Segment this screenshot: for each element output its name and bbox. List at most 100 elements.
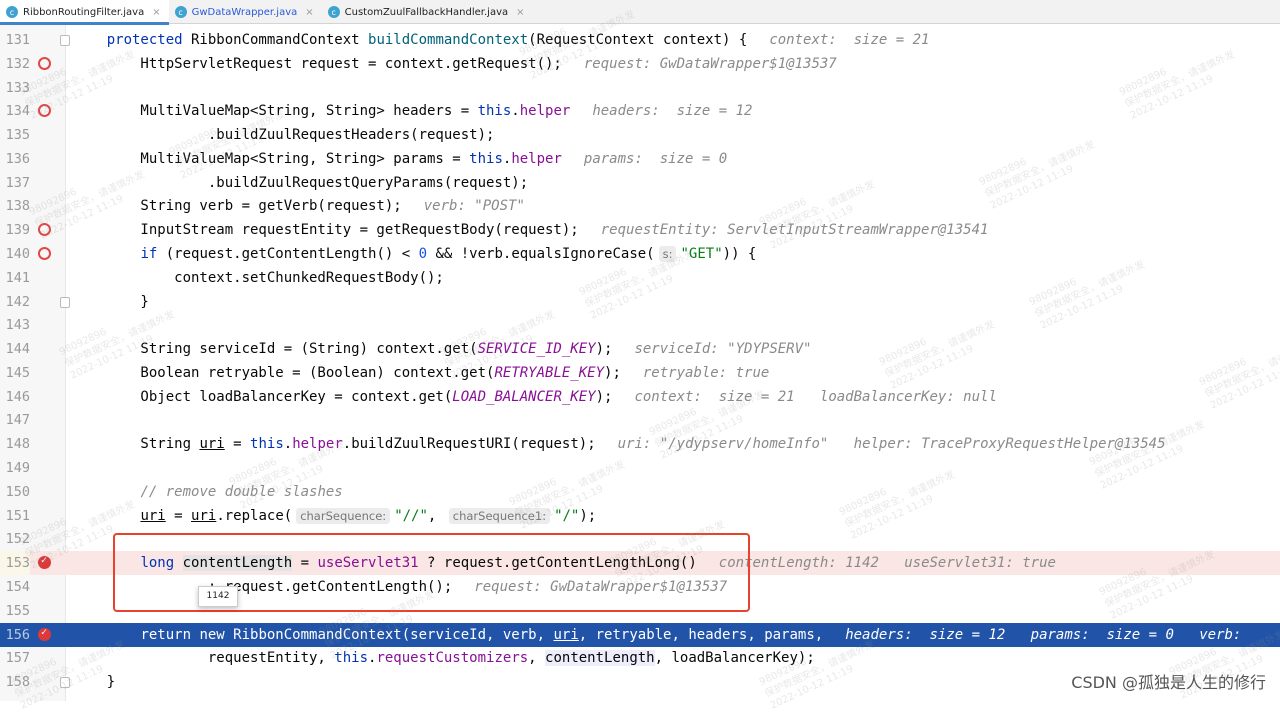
- line-number: 157: [5, 650, 30, 667]
- java-class-icon: c: [6, 6, 18, 18]
- breakpoint-icon[interactable]: [38, 104, 51, 118]
- number-literal: 0: [418, 246, 428, 263]
- line-number: 151: [5, 507, 30, 524]
- variable-ref: uri: [140, 507, 166, 524]
- debug-inline-value: headers: size = 12: [592, 103, 753, 120]
- close-icon[interactable]: ×: [516, 7, 524, 18]
- keyword: if: [140, 246, 158, 263]
- tab-label: RibbonRoutingFilter.java: [23, 6, 145, 18]
- line-number: 147: [5, 412, 30, 429]
- constant-ref: RETRYABLE_KEY: [494, 364, 605, 381]
- tab-customzuulfallbackhandler[interactable]: c CustomZuulFallbackHandler.java ×: [322, 0, 533, 24]
- code-token: ,: [528, 650, 546, 667]
- code-token: requestEntity,: [73, 650, 335, 667]
- comment: // remove double slashes: [140, 483, 343, 500]
- code-text: Object loadBalancerKey = context.get(LOA…: [73, 385, 996, 409]
- java-class-icon: c: [174, 6, 187, 18]
- debug-inline-value: serviceId: "YDYPSERV": [634, 341, 812, 358]
- constant-ref: LOAD_BALANCER_KEY: [452, 388, 596, 405]
- code-token: String: [73, 436, 200, 453]
- editor-tab-bar: c RibbonRoutingFilter.java × c GwDataWrapper…: [0, 0, 1280, 25]
- debug-inline-value: retryable: true: [642, 364, 770, 381]
- code-text: String serviceId = (String) context.get(…: [73, 337, 811, 361]
- code-token: RibbonCommandContext(serviceId, verb,: [224, 626, 554, 643]
- code-line: 139 InputStream requestEntity = getReque…: [0, 218, 1280, 242]
- code-token: String verb = getVerb(request);: [73, 198, 402, 215]
- keyword: this: [334, 650, 369, 667]
- fold-icon[interactable]: [60, 35, 70, 46]
- code-line: 156 return new RibbonCommandContext(serv…: [0, 621, 1280, 647]
- code-line: 135 .buildZuulRequestHeaders(request);: [0, 123, 1280, 147]
- code-token: .buildZuulRequestQueryParams(request);: [73, 174, 529, 191]
- tab-gwdatawrapper[interactable]: c GwDataWrapper.java ×: [169, 0, 322, 24]
- keyword: this: [250, 436, 284, 453]
- code-token: .: [283, 436, 293, 453]
- code-text: requestEntity, this.requestCustomizers, …: [73, 646, 815, 670]
- highlighted-variable: contentLength: [545, 650, 655, 667]
- code-line: 132 HttpServletRequest request = context…: [0, 52, 1280, 76]
- breakpoint-hit-icon[interactable]: [38, 549, 51, 573]
- code-token: );: [579, 507, 597, 524]
- line-number: 144: [5, 341, 30, 358]
- breakpoint-icon[interactable]: [38, 223, 51, 237]
- code-token: );: [595, 388, 613, 405]
- keyword: this: [477, 103, 512, 120]
- code-token: }: [73, 293, 149, 310]
- value-tooltip: 1142: [198, 586, 238, 607]
- code-token: =: [165, 507, 192, 524]
- code-token: String serviceId = (String) context.get(: [73, 341, 478, 358]
- debug-inline-value: headers: size = 12 params: size = 0 verb…: [845, 626, 1250, 643]
- code-text: InputStream requestEntity = getRequestBo…: [73, 218, 988, 242]
- variable-ref: uri: [199, 436, 225, 453]
- variable-ref: uri: [191, 507, 217, 524]
- field-ref: requestCustomizers: [376, 650, 529, 667]
- code-token: }: [73, 674, 116, 691]
- line-number: 154: [5, 578, 30, 595]
- code-token: (RequestContext context) {: [528, 32, 748, 48]
- line-number: 136: [5, 150, 30, 167]
- fold-icon[interactable]: [60, 296, 70, 308]
- code-text: MultiValueMap<String, String> headers = …: [73, 99, 752, 123]
- code-line: 143: [0, 313, 1280, 337]
- string-literal: "/": [554, 507, 580, 524]
- debug-inline-value: params: size = 0: [583, 150, 728, 167]
- breakpoint-hit-icon[interactable]: [38, 621, 51, 645]
- code-line: 144 String serviceId = (String) context.…: [0, 337, 1280, 361]
- line-number: 153: [0, 551, 30, 576]
- java-class-icon: c: [327, 6, 340, 18]
- debug-inline-value: context: size = 21: [769, 32, 930, 48]
- code-token: MultiValueMap<String, String> params =: [73, 150, 470, 167]
- code-line: 136 MultiValueMap<String, String> params…: [0, 147, 1280, 171]
- method-name: buildCommandContext: [368, 32, 529, 48]
- code-text: protected RibbonCommandContext buildComm…: [73, 28, 930, 52]
- tab-ribbonroutingfilter[interactable]: c RibbonRoutingFilter.java ×: [0, 0, 169, 25]
- code-token: , loadBalancerKey);: [654, 650, 815, 667]
- line-number: 141: [5, 269, 30, 286]
- code-line: 145 Boolean retryable = (Boolean) contex…: [0, 361, 1280, 385]
- code-text: return new RibbonCommandContext(serviceI…: [73, 623, 1250, 647]
- csdn-watermark: CSDN @孤独是人生的修行: [1071, 673, 1266, 692]
- close-icon[interactable]: ×: [305, 7, 313, 18]
- field-ref: helper: [292, 436, 343, 453]
- breakpoint-icon[interactable]: [38, 247, 51, 261]
- code-line: 137 .buildZuulRequestQueryParams(request…: [0, 171, 1280, 195]
- breakpoint-icon[interactable]: [38, 56, 51, 70]
- close-icon[interactable]: ×: [152, 7, 160, 18]
- code-line: 147: [0, 408, 1280, 432]
- code-token: =: [224, 436, 251, 453]
- code-token: );: [604, 364, 621, 381]
- line-number: 143: [5, 317, 30, 334]
- code-text: String uri = this.helper.buildZuulReques…: [73, 432, 1165, 456]
- fold-icon[interactable]: [60, 677, 70, 689]
- line-number: 134: [5, 103, 30, 120]
- keyword: this: [469, 150, 503, 167]
- line-number: 152: [5, 531, 30, 548]
- code-token: ,: [427, 507, 445, 524]
- code-text: if (request.getContentLength() < 0 && !v…: [73, 242, 756, 266]
- tab-label: GwDataWrapper.java: [191, 6, 298, 18]
- field-ref: helper: [519, 103, 571, 120]
- debug-inline-value: contentLength: 1142 useServlet31: true: [718, 555, 1056, 572]
- code-token: .replace(: [216, 507, 293, 524]
